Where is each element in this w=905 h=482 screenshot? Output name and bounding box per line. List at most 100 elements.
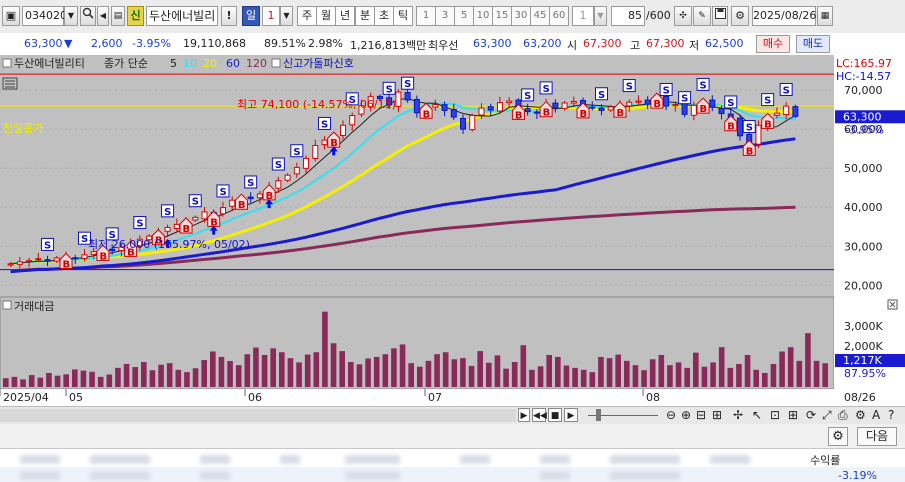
sell-signal-marker: S <box>133 216 147 230</box>
zoom-in-icon[interactable]: ⊕ <box>681 408 691 422</box>
search-icon[interactable] <box>80 6 96 26</box>
next-button[interactable]: 다음 <box>857 427 897 446</box>
chart-scrollbar-track[interactable] <box>0 409 516 422</box>
volume-bar <box>382 354 389 387</box>
stock-list-icon[interactable]: ▤ <box>111 6 125 26</box>
tab-tick[interactable]: 틱 <box>393 6 413 26</box>
grid-view-icon[interactable]: ⊞ <box>788 408 798 422</box>
legend-collapse-icon[interactable] <box>2 58 12 68</box>
svg-text:S: S <box>164 207 171 218</box>
volume-bar <box>408 363 414 387</box>
tab-week[interactable]: 주 <box>297 6 317 26</box>
screen-menu-icon[interactable]: ▣ <box>2 6 20 26</box>
print-icon[interactable]: ⎙ <box>838 408 848 423</box>
refresh-icon[interactable]: ⟳ <box>806 408 816 422</box>
candle-body <box>469 115 476 131</box>
sell-signal-marker: S <box>41 237 55 251</box>
high-label: 고 <box>630 39 641 52</box>
rewind-icon[interactable]: ◀◀ <box>532 408 547 422</box>
svg-text:B: B <box>727 122 735 133</box>
settings-gear-icon[interactable]: ⚙ <box>731 6 749 26</box>
help-icon[interactable]: ? <box>888 408 894 422</box>
calendar-icon[interactable]: ▦ <box>817 6 833 26</box>
period-1[interactable]: 1 <box>416 6 436 26</box>
data-count-input[interactable]: 85 <box>611 6 645 26</box>
custom-period-dropdown-icon[interactable]: ▼ <box>594 6 607 26</box>
period-15[interactable]: 15 <box>492 6 512 26</box>
date-tick-label: 05 <box>69 391 83 404</box>
custom-period-input[interactable]: 1 <box>572 6 594 26</box>
settings-icon[interactable]: ⚙ <box>855 408 866 422</box>
price-pane[interactable] <box>0 55 834 297</box>
period-3[interactable]: 3 <box>435 6 455 26</box>
tab-month[interactable]: 월 <box>316 6 336 26</box>
candle-body <box>589 106 596 109</box>
candle-body <box>524 108 531 113</box>
volume-bar <box>192 368 199 387</box>
layout-icon[interactable]: ⊞ <box>712 408 722 422</box>
code-dropdown-icon[interactable]: ▼ <box>64 6 78 26</box>
expand-icon[interactable]: ⤢ <box>822 408 832 423</box>
sell-signal-marker: S <box>401 76 415 90</box>
candle-body <box>26 260 33 263</box>
period-5[interactable]: 5 <box>454 6 474 26</box>
tab-day[interactable]: 일 <box>242 6 260 26</box>
period-60[interactable]: 60 <box>549 6 569 26</box>
period-30[interactable]: 30 <box>511 6 531 26</box>
alert-button[interactable]: ! <box>221 6 237 26</box>
volume-bar <box>63 374 69 387</box>
candle-body <box>672 104 679 107</box>
period-10[interactable]: 10 <box>473 6 493 26</box>
stock-name-field[interactable]: 두산에너빌리 <box>146 6 218 26</box>
split-view-icon[interactable]: ⊡ <box>770 408 780 422</box>
candle-body <box>413 98 420 114</box>
prev-stock-icon[interactable]: ◀ <box>97 6 109 26</box>
candle-body <box>792 106 799 117</box>
sell-signal-marker: S <box>539 81 553 95</box>
tab-year[interactable]: 년 <box>335 6 355 26</box>
volume-bar <box>589 372 596 387</box>
volume-legend-icon[interactable] <box>2 300 12 310</box>
zoom-slider-handle[interactable] <box>596 409 601 421</box>
zoom-out-icon[interactable]: ⊖ <box>666 408 676 422</box>
stock-code-input[interactable]: 034020 <box>22 6 67 26</box>
candle-body <box>16 261 23 265</box>
stop-icon[interactable]: ■ <box>548 408 562 422</box>
period-dropdown-icon[interactable]: ▼ <box>280 6 293 26</box>
crosshair-icon[interactable]: ✢ <box>733 408 743 422</box>
candle-body <box>303 157 310 169</box>
volume-bar <box>770 363 777 387</box>
period-value-input[interactable]: 1 <box>262 6 280 26</box>
svg-text:S: S <box>783 85 790 96</box>
volume-bar <box>89 371 95 387</box>
credit-badge: 신 <box>127 6 144 26</box>
volume-bar <box>606 358 613 387</box>
play-icon[interactable]: ▶ <box>564 408 578 422</box>
drawing-tool-icon[interactable]: ✎ <box>693 6 711 26</box>
date-input[interactable]: 2025/08/26 <box>752 6 816 26</box>
save-icon[interactable] <box>712 6 728 26</box>
sell-button[interactable]: 매도 <box>796 35 830 53</box>
candle-body <box>219 207 226 215</box>
candle-body <box>349 115 356 126</box>
text-tool-icon[interactable]: A <box>872 408 880 422</box>
buy-button[interactable]: 매수 <box>756 35 790 53</box>
price-tick-label: 30,000 <box>844 240 883 253</box>
svg-text:S: S <box>681 94 688 105</box>
compare-icon[interactable]: ✣ <box>674 6 692 26</box>
tab-second[interactable]: 초 <box>374 6 394 26</box>
scroll-right-icon[interactable]: ▶ <box>518 408 530 422</box>
fit-icon[interactable]: ⊟ <box>696 408 706 422</box>
cursor-icon[interactable]: ↖ <box>752 408 762 422</box>
volume-bar <box>123 363 130 387</box>
signal-legend-icon[interactable] <box>271 58 281 68</box>
high-price: 67,300 <box>646 37 685 50</box>
table-settings-icon[interactable]: ⚙ <box>828 427 848 446</box>
tab-minute[interactable]: 분 <box>355 6 375 26</box>
period-45[interactable]: 45 <box>530 6 550 26</box>
candle-body <box>247 196 254 200</box>
candle-body <box>598 107 605 111</box>
chart-area[interactable]: SS SSSSSSSSSSS SSSSS SSSSSSSBB BBBBBBBB B B B BB… <box>0 55 905 406</box>
candle-body <box>432 104 439 108</box>
candle-body <box>755 124 762 145</box>
